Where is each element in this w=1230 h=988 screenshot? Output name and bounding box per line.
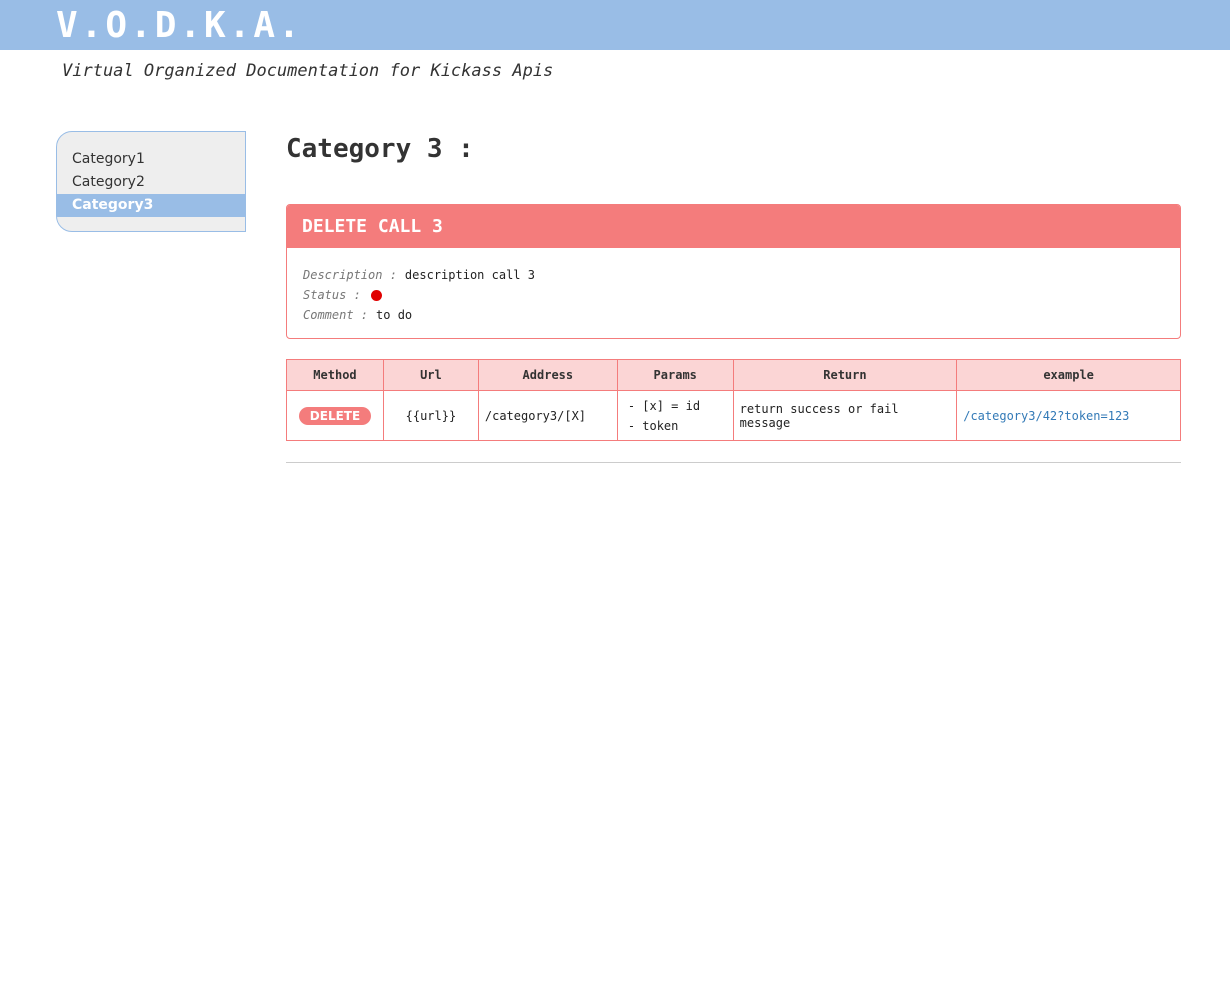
comment-value: to do [376,308,413,322]
column-header-return: Return [732,359,958,391]
description-value: description call 3 [404,268,535,282]
table-row: DELETE {{url}} /category3/[X] - [x] = id… [286,390,1181,441]
api-call-details: Description : description call 3 Status … [287,248,1180,325]
status-label: Status : [303,288,361,302]
page-title: Category 3 : [286,134,474,164]
column-header-params: Params [616,359,734,391]
return-cell: return success or fail message [732,390,958,441]
column-header-address: Address [477,359,618,391]
category-sidebar: Category1 Category2 Category3 [56,131,246,232]
app-tagline: Virtual Organized Documentation for Kick… [62,61,554,81]
column-header-url: Url [382,359,479,391]
method-cell: DELETE [286,390,384,441]
api-call-table: Method Url Address Params Return example… [286,359,1181,441]
sidebar-item-category1[interactable]: Category1 [57,148,245,171]
status-row: Status : [303,285,1180,305]
api-call-panel: DELETE CALL 3 Description : description … [286,204,1181,339]
method-badge: DELETE [298,406,372,425]
api-call-title: DELETE CALL 3 [287,205,1180,248]
param-item: - token [627,418,679,433]
section-divider [286,462,1181,463]
sidebar-item-category3[interactable]: Category3 [57,194,245,217]
comment-row: Comment : to do [303,305,1180,325]
column-header-example: example [956,359,1181,391]
description-row: Description : description call 3 [303,265,1180,285]
params-cell: - [x] = id - token [616,390,734,441]
example-link[interactable]: /category3/42?token=123 [963,409,1129,423]
comment-label: Comment : [303,308,369,322]
example-cell: /category3/42?token=123 [956,390,1181,441]
top-header: V.O.D.K.A. [0,0,1230,50]
table-header-row: Method Url Address Params Return example [286,359,1181,391]
address-cell: /category3/[X] [477,390,618,441]
param-item: - [x] = id [627,398,701,413]
status-dot-icon [370,289,382,301]
url-cell: {{url}} [382,390,479,441]
column-header-method: Method [286,359,384,391]
sidebar-item-category2[interactable]: Category2 [57,171,245,194]
app-logo[interactable]: V.O.D.K.A. [56,6,303,46]
description-label: Description : [303,268,397,282]
